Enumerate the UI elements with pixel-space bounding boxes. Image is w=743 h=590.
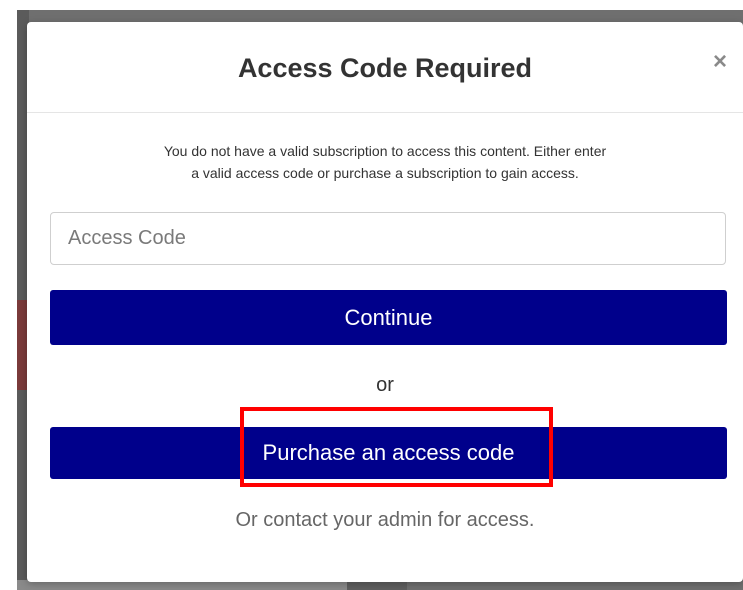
contact-admin-text: Or contact your admin for access. [235, 509, 535, 531]
purchase-access-code-button[interactable]: Purchase an access code [50, 427, 727, 479]
modal-message-line: You do not have a valid subscription to … [163, 143, 607, 159]
modal-title: Access Code Required [237, 52, 533, 83]
access-code-input[interactable] [50, 212, 726, 265]
continue-button[interactable]: Continue [50, 290, 727, 345]
modal-header: Access Code Required × [27, 22, 743, 113]
access-code-modal: Access Code Required × You do not have a… [27, 22, 743, 582]
close-button[interactable]: × [713, 50, 727, 74]
or-separator: or [376, 374, 394, 396]
modal-message-line: a valid access code or purchase a subscr… [191, 165, 579, 181]
modal-message: You do not have a valid subscription to … [27, 140, 743, 184]
